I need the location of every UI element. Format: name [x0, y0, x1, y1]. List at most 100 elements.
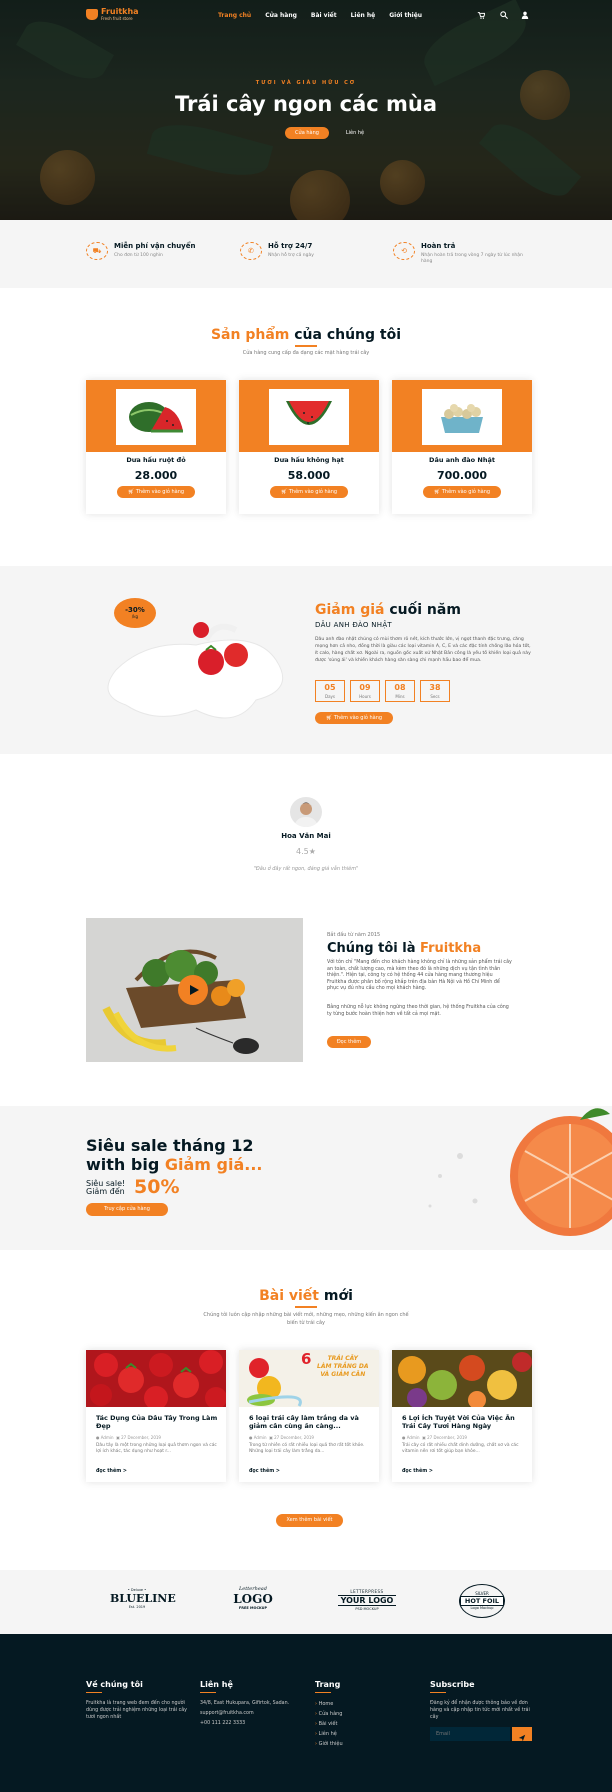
about-paragraph: Bằng những nỗ lực không ngừng theo thời …: [327, 1005, 509, 1017]
product-image-cherries[interactable]: [422, 389, 502, 445]
play-button[interactable]: [178, 975, 208, 1005]
product-card[interactable]: Dâu anh đào Nhật 700.000 🛒︎ Thêm vào giỏ…: [392, 380, 532, 514]
discount-badge: -30% /kg: [114, 598, 156, 628]
product-name: Dưa hấu không hạt: [274, 456, 344, 464]
blog-post-excerpt: Dâu tây là một trong những loại quả thơm…: [96, 1443, 217, 1454]
product-name: Dâu anh đào Nhật: [429, 456, 495, 464]
product-price: 58.000: [287, 469, 331, 482]
feature-text: Nhận hoàn trả trong vòng 7 ngày từ lúc n…: [421, 253, 523, 264]
feature-item: ⟲ Hoàn trả Nhận hoàn trả trong vòng 7 ng…: [393, 242, 531, 265]
product-card[interactable]: Dưa hấu ruột đỏ 28.000 🛒︎ Thêm vào giỏ h…: [86, 380, 226, 514]
visit-shop-button[interactable]: Truy cập cửa hàng: [86, 1203, 168, 1216]
blog-subtitle: Chúng tôi luôn cập nhập những bài viết m…: [203, 1312, 409, 1326]
blog-image-fresh-fruits[interactable]: [392, 1350, 532, 1407]
products-title: Sản phẩm của chúng tôi: [210, 327, 402, 343]
product-price: 700.000: [436, 469, 488, 482]
testimonial-quote: "Đâu ở đây rất ngon, đáng giá vẫn thiêm": [253, 866, 359, 872]
partner-logos: [0, 1570, 612, 1634]
footer-link-about[interactable]: › Giới thiệu: [315, 1741, 343, 1747]
footer-link-home[interactable]: › Home: [315, 1701, 333, 1707]
feature-text: Nhận hỗ trợ cả ngày: [268, 253, 314, 258]
more-posts-button[interactable]: Xem thêm bài viết: [276, 1514, 343, 1527]
cart-icon: 🛒︎: [280, 489, 289, 495]
user-icon[interactable]: [520, 11, 529, 20]
feature-text: Cho đơn từ 100 nghìn: [114, 253, 163, 258]
add-to-cart-button[interactable]: 🛒︎ Thêm vào giỏ hàng: [270, 486, 348, 498]
subscribe-email-input[interactable]: [430, 1727, 510, 1741]
products-subtitle: Cửa hàng cung cấp đa dạng các mặt hàng t…: [242, 350, 370, 356]
read-more-button[interactable]: Đọc thêm: [327, 1036, 371, 1048]
footer-underline: [430, 1692, 446, 1693]
footer-email[interactable]: support@fruitkha.com: [200, 1710, 254, 1717]
partner-logo: LETTERPRESS YOUR LOGO PSD MOCKUP: [338, 1589, 396, 1611]
search-icon[interactable]: [499, 11, 508, 20]
navbar: Fruitkha Fresh fruit store Trang chủ Cửa…: [0, 0, 612, 32]
blog-post-excerpt: Trong từ nhiên có rất nhiều loại quả thơ…: [249, 1443, 365, 1454]
nav-item-home[interactable]: Trang chủ: [218, 12, 251, 19]
blog-post-title[interactable]: Tác Dụng Của Dâu Tây Trong Làm Đẹp: [96, 1414, 218, 1430]
blog-card[interactable]: 6 Lợi Ích Tuyệt Vời Của Việc Ăn Trái Cây…: [392, 1350, 532, 1482]
product-image-watermelon[interactable]: [116, 389, 196, 445]
add-to-cart-button[interactable]: 🛒︎ Thêm vào giỏ hàng: [117, 486, 195, 498]
sale-banner: [0, 1106, 612, 1250]
play-icon: [190, 985, 199, 995]
footer-link-contact[interactable]: › Liên hệ: [315, 1731, 337, 1737]
countdown-mins: 08 Mins: [385, 680, 415, 702]
hero-contact-button[interactable]: Liên hệ: [338, 127, 372, 139]
footer-underline: [200, 1692, 216, 1693]
partner-logo: SILVER HOT FOIL Logo Mockup: [459, 1584, 505, 1618]
sale-title: Siêu sale tháng 12 with big Giảm giá...: [86, 1136, 263, 1174]
nav-item-blog[interactable]: Bài viết: [311, 12, 337, 19]
blog-post-meta: ● Admin ▣ 27 December, 2019: [402, 1435, 467, 1440]
nav-item-contact[interactable]: Liên hệ: [351, 12, 376, 19]
product-image-seedless-watermelon[interactable]: [269, 389, 349, 445]
hero-subtitle: TƯƠI VÀ GIÀU HỮU CƠ: [255, 80, 357, 86]
refresh-icon: ⟲: [393, 242, 415, 260]
cart-icon[interactable]: [476, 11, 486, 20]
footer-contact-title: Liên hệ: [200, 1680, 233, 1689]
sale-percent: 50%: [134, 1176, 180, 1198]
feature-item: ✆ Hỗ trợ 24/7 Nhận hỗ trợ cả ngày: [240, 242, 314, 260]
nav-item-about[interactable]: Giới thiệu: [389, 12, 422, 19]
footer-about-text: Fruitkha là trang web đem đến cho người …: [86, 1701, 187, 1720]
main-menu: Trang chủ Cửa hàng Bài viết Liên hệ Giới…: [218, 12, 422, 19]
blog-image-strawberries[interactable]: [86, 1350, 226, 1407]
about-paragraph: Với tôn chỉ "Mang đến cho khách hàng khô…: [327, 960, 512, 992]
nav-item-shop[interactable]: Cửa hàng: [265, 12, 297, 19]
read-more-link[interactable]: đọc thêm >: [249, 1469, 280, 1474]
avatar: [290, 797, 322, 827]
blog-title: Bài viết mới: [259, 1288, 353, 1304]
deal-add-to-cart-button[interactable]: 🛒︎ Thêm vào giỏ hàng: [315, 712, 393, 724]
deal-product: DÂU ANH ĐÀO NHẬT: [315, 621, 392, 629]
feature-item: ⛟ Miễn phí vận chuyển Cho đơn từ 100 ngh…: [86, 242, 195, 260]
blog-overlay-text: TRÁI CÂY LÀM TRẮNG DA VÀ GIẢM CÂN: [317, 1355, 369, 1378]
footer-subscribe-text: Đăng ký để nhận được thông báo về đơn hà…: [430, 1701, 530, 1720]
title-underline: [295, 345, 317, 347]
footer-link-shop[interactable]: › Cửa hàng: [315, 1711, 342, 1717]
grapefruit-image: [428, 1108, 612, 1236]
brand-logo[interactable]: Fruitkha Fresh fruit store: [86, 8, 139, 21]
footer-link-blog[interactable]: › Bài viết: [315, 1721, 337, 1727]
blog-post-meta: ● Admin ▣ 27 December, 2019: [96, 1435, 161, 1440]
product-card[interactable]: Dưa hấu không hạt 58.000 🛒︎ Thêm vào giỏ…: [239, 380, 379, 514]
blog-post-title[interactable]: 6 loại trái cây làm trắng da và giảm cân…: [249, 1414, 371, 1430]
countdown-days: 05 Days: [315, 680, 345, 702]
logo-icon: [86, 9, 98, 20]
read-more-link[interactable]: đọc thêm >: [402, 1469, 433, 1474]
brand-name: Fruitkha: [101, 7, 139, 16]
testimonial-name: Hoa Văn Mai: [281, 832, 331, 840]
feature-title: Hoàn trả: [421, 242, 456, 250]
hero-shop-button[interactable]: Cửa hàng: [285, 127, 329, 139]
cart-icon: 🛒︎: [433, 489, 442, 495]
subscribe-button[interactable]: [512, 1727, 532, 1742]
blog-post-title[interactable]: 6 Lợi Ích Tuyệt Vời Của Việc Ăn Trái Cây…: [402, 1414, 524, 1430]
footer-phone[interactable]: +00 111 222 3333: [200, 1720, 245, 1727]
blog-overlay-number: 6: [301, 1350, 312, 1368]
add-to-cart-button[interactable]: 🛒︎ Thêm vào giỏ hàng: [423, 486, 501, 498]
footer-underline: [315, 1692, 331, 1693]
truck-icon: ⛟: [86, 242, 108, 260]
blog-card[interactable]: Tác Dụng Của Dâu Tây Trong Làm Đẹp ● Adm…: [86, 1350, 226, 1482]
read-more-link[interactable]: đọc thêm >: [96, 1469, 127, 1474]
blog-card[interactable]: 6 TRÁI CÂY LÀM TRẮNG DA VÀ GIẢM CÂN 6 loại…: [239, 1350, 379, 1482]
blog-post-excerpt: Trái cây có rất nhiều chất dinh dưỡng, c…: [402, 1443, 519, 1454]
